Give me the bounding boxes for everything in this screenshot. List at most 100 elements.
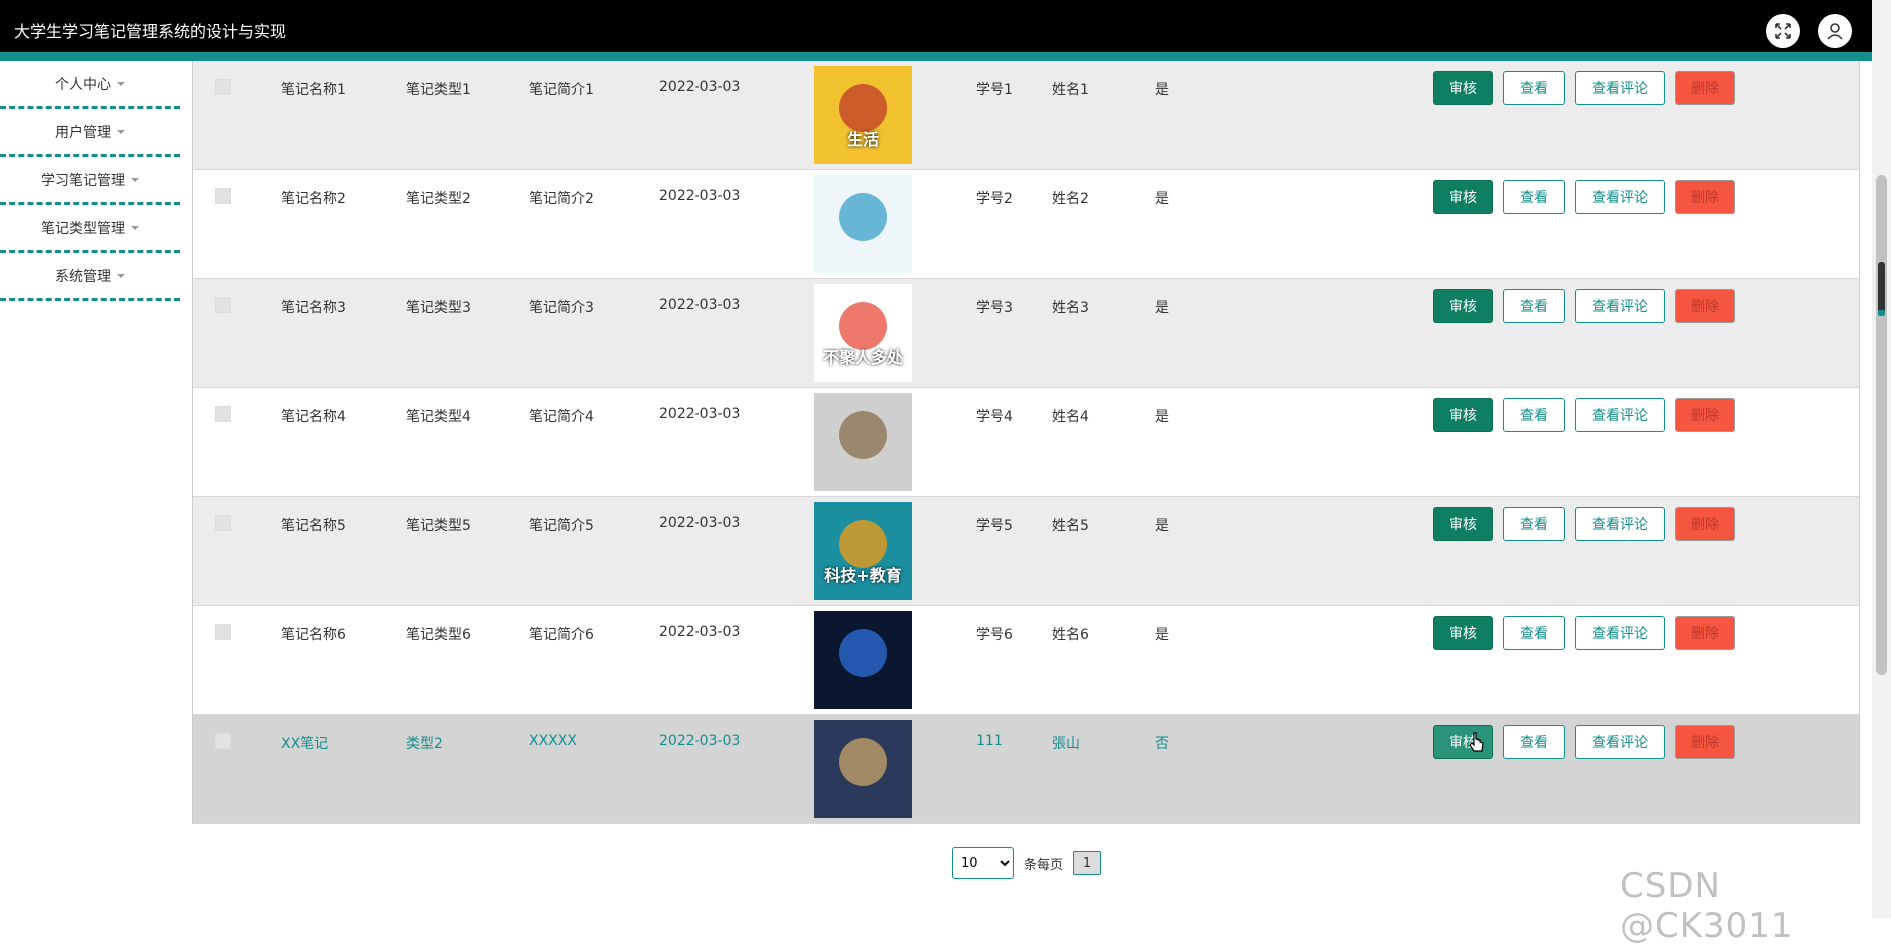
caret-down-icon [117,273,125,278]
sidebar: 个人中心 用户管理 学习笔记管理 笔记类型管理 系统管理 [0,61,180,301]
table-row: 笔记名称2 笔记类型2 笔记简介2 2022-03-03 学号2 姓名2 是 审核 查看 查看评论… [193,170,1859,279]
delete-button[interactable]: 删除 [1675,507,1735,541]
note-date: 2022-03-03 [659,406,741,422]
student-name: 張山 [1052,736,1080,752]
page-size-select[interactable]: 10 [952,847,1014,879]
view-button[interactable]: 查看 [1503,71,1565,105]
row-checkbox[interactable] [215,297,231,313]
notes-table: 笔记名称1 笔记类型1 笔记简介1 2022-03-03 生活 学号1 姓名1 是审核 查看 查看… [192,61,1860,824]
caret-down-icon [117,129,125,134]
note-name: 笔记名称4 [281,409,346,425]
audit-status: 是 [1155,627,1169,643]
audit-status: 否 [1155,736,1169,752]
note-image [814,175,912,273]
sidebar-item-note-management[interactable]: 学习笔记管理 [0,157,180,205]
table-row: 笔记名称1 笔记类型1 笔记简介1 2022-03-03 生活 学号1 姓名1 是 审核 查看 查看… [193,61,1859,170]
note-date: 2022-03-03 [659,79,741,95]
student-number: 学号1 [976,82,1013,98]
view-button[interactable]: 查看 [1503,398,1565,432]
note-image: 科技+教育 [814,502,912,600]
sidebar-item-system-management[interactable]: 系统管理 [0,253,180,301]
student-number: 学号4 [976,409,1013,425]
view-button[interactable]: 查看 [1503,725,1565,759]
note-date: 2022-03-03 [659,297,741,313]
user-avatar-button[interactable] [1818,14,1852,48]
student-number: 学号3 [976,300,1013,316]
audit-status: 是 [1155,82,1169,98]
watermark: CSDN @CK3011 [1620,866,1794,946]
note-type: 笔记类型6 [406,627,471,643]
caret-down-icon [131,225,139,230]
view-button[interactable]: 查看 [1503,289,1565,323]
per-page-label: 条每页 [1024,857,1064,873]
row-checkbox[interactable] [215,515,231,531]
delete-button[interactable]: 删除 [1675,725,1735,759]
view-comments-button[interactable]: 查看评论 [1575,289,1665,323]
audit-button[interactable]: 审核 [1433,398,1493,432]
fullscreen-button[interactable] [1766,14,1800,48]
delete-button[interactable]: 删除 [1675,616,1735,650]
student-name: 姓名6 [1052,627,1089,643]
view-comments-button[interactable]: 查看评论 [1575,398,1665,432]
audit-button[interactable]: 审核 [1433,289,1493,323]
thumbnail-caption: 科技+教育 [824,566,902,585]
page-button-1[interactable]: 1 [1073,851,1102,875]
audit-button[interactable]: 审核 [1433,507,1493,541]
scrollbar-thumb[interactable] [1876,175,1887,675]
note-type: 笔记类型4 [406,409,471,425]
audit-status: 是 [1155,518,1169,534]
note-type: 笔记类型3 [406,300,471,316]
view-comments-button[interactable]: 查看评论 [1575,507,1665,541]
mouse-cursor-icon [1469,732,1484,752]
note-date: 2022-03-03 [659,515,741,531]
student-number: 学号6 [976,627,1013,643]
view-button[interactable]: 查看 [1503,616,1565,650]
delete-button[interactable]: 删除 [1675,180,1735,214]
student-name: 姓名2 [1052,191,1089,207]
sidebar-item-note-type-management[interactable]: 笔记类型管理 [0,205,180,253]
row-checkbox[interactable] [215,624,231,640]
audit-button[interactable]: 审核 [1433,180,1493,214]
view-comments-button[interactable]: 查看评论 [1575,180,1665,214]
note-intro: XXXXX [529,733,577,749]
sidebar-item-personal-center[interactable]: 个人中心 [0,61,180,109]
view-comments-button[interactable]: 查看评论 [1575,725,1665,759]
table-row: 笔记名称5 笔记类型5 笔记简介5 2022-03-03 科技+教育 学号5 姓名5 是审核查… [193,497,1859,606]
row-checkbox[interactable] [215,188,231,204]
student-number: 学号5 [976,518,1013,534]
table-row: XX笔记 类型2 XXXXX 2022-03-03 111 張山否审核 查看 查看评论 删除 [193,715,1859,824]
view-comments-button[interactable]: 查看评论 [1575,71,1665,105]
thumbnail-picture [814,720,912,818]
note-name: 笔记名称3 [281,300,346,316]
note-image: 生活 [814,66,912,164]
note-intro: 笔记简介5 [529,518,594,534]
header-accent-bar [0,52,1872,61]
row-checkbox[interactable] [215,733,231,749]
note-type: 笔记类型5 [406,518,471,534]
view-button[interactable]: 查看 [1503,507,1565,541]
vertical-scrollbar[interactable] [1872,0,1891,918]
expand-icon [1775,23,1791,39]
audit-button[interactable]: 审核 [1433,616,1493,650]
app-title: 大学生学习笔记管理系统的设计与实现 [14,22,287,41]
top-bar: 大学生学习笔记管理系统的设计与实现 [0,0,1872,52]
thumbnail-picture [814,175,912,273]
view-comments-button[interactable]: 查看评论 [1575,616,1665,650]
row-checkbox[interactable] [215,79,231,95]
sidebar-item-user-management[interactable]: 用户管理 [0,109,180,157]
note-intro: 笔记简介3 [529,300,594,316]
note-name: XX笔记 [281,736,329,752]
row-checkbox[interactable] [215,406,231,422]
note-type: 笔记类型1 [406,82,471,98]
delete-button[interactable]: 删除 [1675,71,1735,105]
note-image [814,720,912,818]
delete-button[interactable]: 删除 [1675,289,1735,323]
note-type: 类型2 [406,736,443,752]
note-intro: 笔记简介1 [529,82,594,98]
view-button[interactable]: 查看 [1503,180,1565,214]
note-date: 2022-03-03 [659,188,741,204]
delete-button[interactable]: 删除 [1675,398,1735,432]
table-row: 笔记名称3 笔记类型3 笔记简介3 2022-03-03 不聚人多处 学号3 姓名3 是审核查… [193,279,1859,388]
audit-button[interactable]: 审核 [1433,71,1493,105]
note-intro: 笔记简介6 [529,627,594,643]
